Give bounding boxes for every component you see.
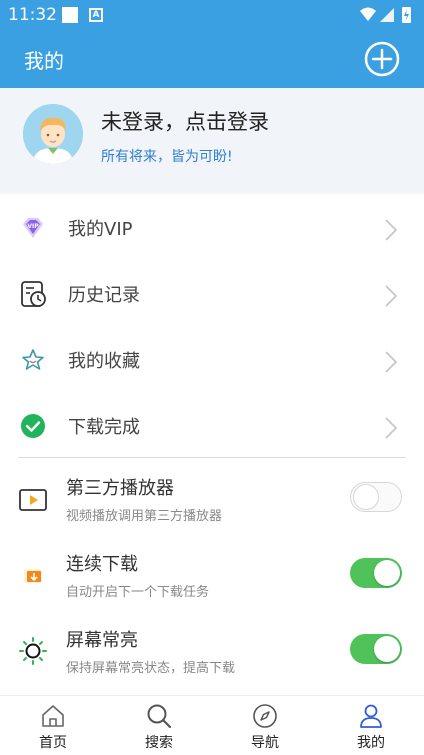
vip-diamond-icon: VIP bbox=[23, 218, 43, 238]
avatar[interactable] bbox=[23, 104, 83, 164]
setting-third-party-player: 第三方播放器 视频播放调用第三方播放器 bbox=[0, 462, 424, 538]
tab-home[interactable]: 首页 bbox=[0, 696, 106, 755]
svg-text:VIP: VIP bbox=[27, 223, 39, 230]
divider bbox=[18, 457, 406, 458]
page-title: 我的 bbox=[24, 49, 64, 73]
chevron-right-icon bbox=[385, 417, 398, 439]
setting-label: 屏幕常亮 bbox=[66, 630, 138, 651]
wifi-icon bbox=[360, 7, 376, 21]
star-icon bbox=[22, 349, 44, 370]
setting-description: 保持屏幕常亮状态，提高下载 bbox=[66, 661, 236, 676]
app-bar: 我的 bbox=[0, 30, 424, 88]
add-circle-icon[interactable] bbox=[364, 41, 400, 77]
tab-label: 导航 bbox=[251, 735, 279, 751]
user-icon bbox=[360, 704, 382, 728]
chevron-right-icon bbox=[385, 219, 398, 241]
setting-description: 视频播放调用第三方播放器 bbox=[66, 509, 223, 524]
tab-navigation[interactable]: 导航 bbox=[212, 696, 318, 755]
tab-mine[interactable]: 我的 bbox=[318, 696, 424, 755]
status-bar: 11:32 A bbox=[0, 0, 424, 30]
avatar-boy-icon bbox=[23, 104, 83, 164]
login-prompt[interactable]: 未登录，点击登录 bbox=[101, 106, 269, 136]
search-icon bbox=[147, 704, 172, 729]
tab-label: 我的 bbox=[357, 735, 385, 751]
continuous-download-toggle[interactable] bbox=[350, 558, 402, 588]
notification-icon bbox=[62, 7, 78, 23]
home-icon bbox=[42, 705, 64, 727]
setting-keep-screen-on: 屏幕常亮 保持屏幕常亮状态，提高下载 bbox=[0, 614, 424, 690]
menu-item-history[interactable]: 历史记录 bbox=[0, 260, 424, 326]
bottom-tab-bar: 首页 搜索 导航 我的 bbox=[0, 695, 424, 755]
profile-card[interactable]: 未登录，点击登录 所有将来，皆为可盼! bbox=[0, 88, 424, 194]
signal-icon bbox=[380, 8, 394, 22]
setting-label: 连续下载 bbox=[66, 554, 138, 575]
tab-search[interactable]: 搜索 bbox=[106, 696, 212, 755]
menu-item-label: 历史记录 bbox=[68, 285, 140, 306]
setting-label: 第三方播放器 bbox=[66, 478, 174, 499]
menu-item-favorites[interactable]: 我的收藏 bbox=[0, 326, 424, 392]
tab-label: 搜索 bbox=[145, 735, 173, 751]
slogan-text: 所有将来，皆为可盼! bbox=[101, 149, 233, 165]
download-box-icon bbox=[24, 569, 42, 583]
menu-item-downloads[interactable]: 下载完成 bbox=[0, 392, 424, 458]
compass-icon bbox=[253, 704, 277, 728]
setting-description: 自动开启下一个下载任务 bbox=[66, 585, 210, 600]
system-status-icons bbox=[360, 7, 411, 23]
notification-a-icon: A bbox=[89, 8, 103, 22]
status-time: 11:32 bbox=[8, 5, 57, 25]
history-clock-icon bbox=[21, 281, 46, 307]
setting-continuous-download: 连续下载 自动开启下一个下载任务 bbox=[0, 538, 424, 614]
tab-label: 首页 bbox=[39, 735, 67, 751]
third-party-player-toggle[interactable] bbox=[350, 482, 402, 512]
chevron-right-icon bbox=[385, 351, 398, 373]
chevron-right-icon bbox=[385, 285, 398, 307]
menu-item-label: 我的VIP bbox=[68, 219, 133, 240]
keep-screen-on-toggle[interactable] bbox=[350, 634, 402, 664]
check-circle-icon bbox=[21, 414, 45, 438]
menu-item-label: 下载完成 bbox=[68, 417, 140, 438]
sun-icon bbox=[19, 637, 47, 665]
menu-item-label: 我的收藏 bbox=[68, 351, 140, 372]
player-icon bbox=[19, 489, 47, 511]
menu-item-vip[interactable]: VIP 我的VIP bbox=[0, 194, 424, 260]
